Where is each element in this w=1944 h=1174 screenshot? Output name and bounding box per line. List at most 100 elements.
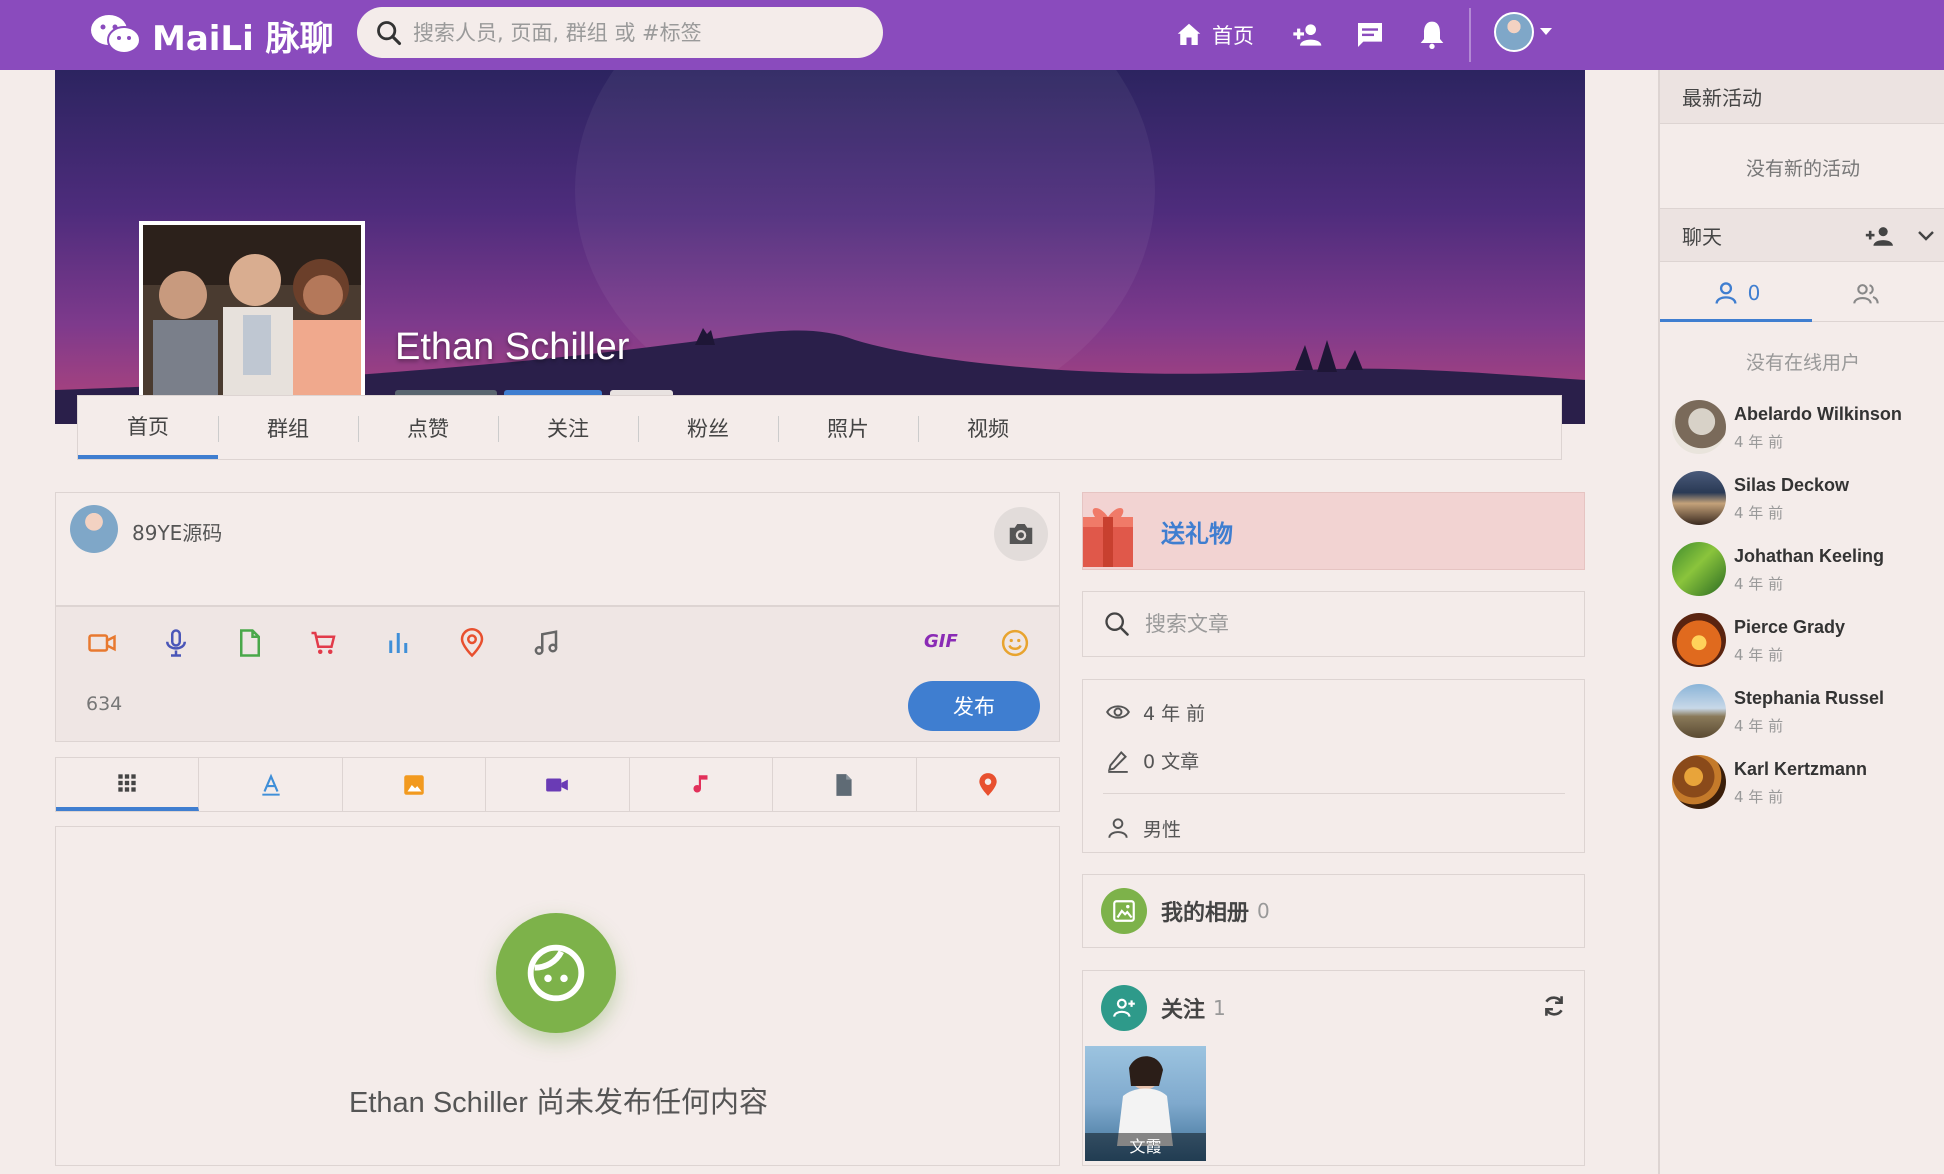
image-icon	[404, 774, 424, 795]
chat-user-item[interactable]: Stephania Russel 4 年 前	[1672, 684, 1942, 740]
smiley-icon	[1001, 629, 1029, 657]
user-avatar	[1672, 400, 1726, 454]
document-icon	[836, 773, 852, 796]
chat-title: 聊天	[1682, 224, 1722, 249]
following-user-thumb[interactable]: 文霞	[1085, 1046, 1206, 1161]
add-product-button[interactable]	[306, 625, 342, 661]
publish-button[interactable]: 发布	[908, 681, 1040, 731]
composer-avatar	[70, 505, 118, 553]
add-user-icon[interactable]	[1864, 223, 1898, 249]
location-pin-icon	[460, 628, 484, 658]
header-search-box[interactable]	[357, 7, 883, 58]
add-audio-button[interactable]	[158, 625, 194, 661]
tab-likes[interactable]: 点赞	[358, 396, 498, 459]
chat-user-item[interactable]: Pierce Grady 4 年 前	[1672, 613, 1942, 669]
upload-photo-button[interactable]	[994, 507, 1048, 561]
person-icon	[1715, 281, 1737, 304]
search-icon	[377, 20, 402, 45]
add-video-button[interactable]	[84, 625, 120, 661]
user-avatar	[1672, 613, 1726, 667]
tab-following[interactable]: 关注	[498, 396, 638, 459]
following-header: 关注 1	[1101, 985, 1226, 1031]
online-count: 0	[1747, 280, 1761, 305]
album-title: 我的相册	[1161, 901, 1250, 926]
user-last-seen: 4 年 前	[1734, 646, 1784, 664]
eye-icon	[1106, 705, 1130, 719]
messages-button[interactable]	[1351, 16, 1389, 54]
tab-online-users[interactable]: 0	[1660, 266, 1812, 322]
user-last-seen: 4 年 前	[1734, 575, 1784, 593]
user-last-seen: 4 年 前	[1734, 433, 1784, 451]
article-search-box[interactable]	[1082, 591, 1585, 657]
videocam-icon	[546, 778, 569, 791]
add-emoji-button[interactable]	[997, 625, 1033, 661]
user-name: Johathan Keeling	[1734, 546, 1885, 566]
nav-home-link[interactable]: 首页	[1174, 16, 1254, 54]
tab-groups[interactable]: 群组	[218, 396, 358, 459]
shopping-cart-icon	[311, 631, 336, 654]
people-icon	[1853, 284, 1879, 304]
user-name: Pierce Grady	[1734, 617, 1846, 637]
character-counter: 634	[86, 693, 123, 715]
tab-photos[interactable]: 照片	[778, 396, 918, 459]
file-icon	[240, 629, 260, 657]
chat-user-item[interactable]: Silas Deckow 4 年 前	[1672, 471, 1942, 527]
composer-user-name: 89YE源码	[132, 521, 223, 545]
add-poll-button[interactable]	[380, 625, 416, 661]
profile-info-card: 4 年 前 0 文章 男性	[1082, 679, 1585, 853]
add-location-button[interactable]	[454, 625, 490, 661]
home-icon	[1177, 23, 1201, 45]
send-gift-banner[interactable]: 送礼物	[1082, 492, 1585, 570]
tab-group-chats[interactable]	[1794, 266, 1944, 322]
article-search-input[interactable]	[1145, 612, 1565, 636]
add-music-button[interactable]	[528, 625, 564, 661]
profile-avatar[interactable]	[139, 221, 365, 424]
header-user-avatar[interactable]	[1494, 12, 1534, 52]
profile-tabs: 首页 群组 点赞 关注 粉丝 照片 视频	[77, 395, 1562, 460]
filter-music[interactable]	[630, 758, 774, 811]
tab-followers[interactable]: 粉丝	[638, 396, 778, 459]
filter-photos[interactable]	[343, 758, 487, 811]
filter-text[interactable]	[199, 758, 343, 811]
gift-icon	[1083, 507, 1133, 567]
header-search-input[interactable]	[413, 20, 853, 45]
user-name: Silas Deckow	[1734, 475, 1850, 495]
top-header: MaiLi 脉聊 首页	[0, 0, 1944, 70]
post-filter-tabs	[55, 757, 1060, 812]
filter-all[interactable]	[56, 758, 200, 811]
microphone-icon	[166, 629, 186, 657]
chat-user-item[interactable]: Karl Kertzmann 4 年 前	[1672, 755, 1942, 811]
chat-user-item[interactable]: Johathan Keeling 4 年 前	[1672, 542, 1942, 598]
add-friend-button[interactable]	[1289, 16, 1327, 54]
tab-home[interactable]: 首页	[78, 396, 218, 459]
chevron-down-icon[interactable]	[1916, 227, 1936, 245]
chat-user-item[interactable]: Abelardo Wilkinson 4 年 前	[1672, 400, 1942, 456]
refresh-icon[interactable]	[1541, 993, 1567, 1019]
filter-files[interactable]	[773, 758, 917, 811]
music-note-icon	[534, 630, 558, 655]
filter-places[interactable]	[917, 758, 1059, 811]
composer-textarea[interactable]: 89YE源码	[56, 493, 1059, 607]
composer-toolbar: GIF	[56, 613, 1061, 669]
last-seen-row: 4 年 前	[1105, 696, 1205, 728]
camera-icon	[1009, 524, 1033, 544]
bar-chart-icon	[389, 633, 408, 653]
pencil-icon	[1107, 750, 1128, 773]
gender-text: 男性	[1143, 818, 1182, 841]
chevron-down-icon[interactable]	[1540, 28, 1552, 35]
empty-face-icon	[496, 913, 616, 1033]
add-gif-button[interactable]: GIF	[924, 631, 958, 652]
tab-videos[interactable]: 视频	[918, 396, 1058, 459]
notifications-button[interactable]	[1413, 16, 1451, 54]
following-user-name: 文霞	[1085, 1133, 1206, 1161]
grid-icon	[118, 773, 136, 792]
site-logo[interactable]: MaiLi 脉聊	[90, 10, 334, 60]
filter-videos[interactable]	[486, 758, 630, 811]
my-album-card[interactable]: 我的相册 0	[1082, 874, 1585, 948]
profile-cover: Ethan Schiller 消息 关注	[55, 70, 1585, 424]
following-icon	[1101, 985, 1147, 1031]
posts-feed: Ethan Schiller 尚未发布任何内容	[55, 826, 1060, 1166]
following-count: 1	[1213, 996, 1226, 1020]
add-file-button[interactable]	[232, 625, 268, 661]
following-card: 关注 1 文霞	[1082, 970, 1585, 1166]
